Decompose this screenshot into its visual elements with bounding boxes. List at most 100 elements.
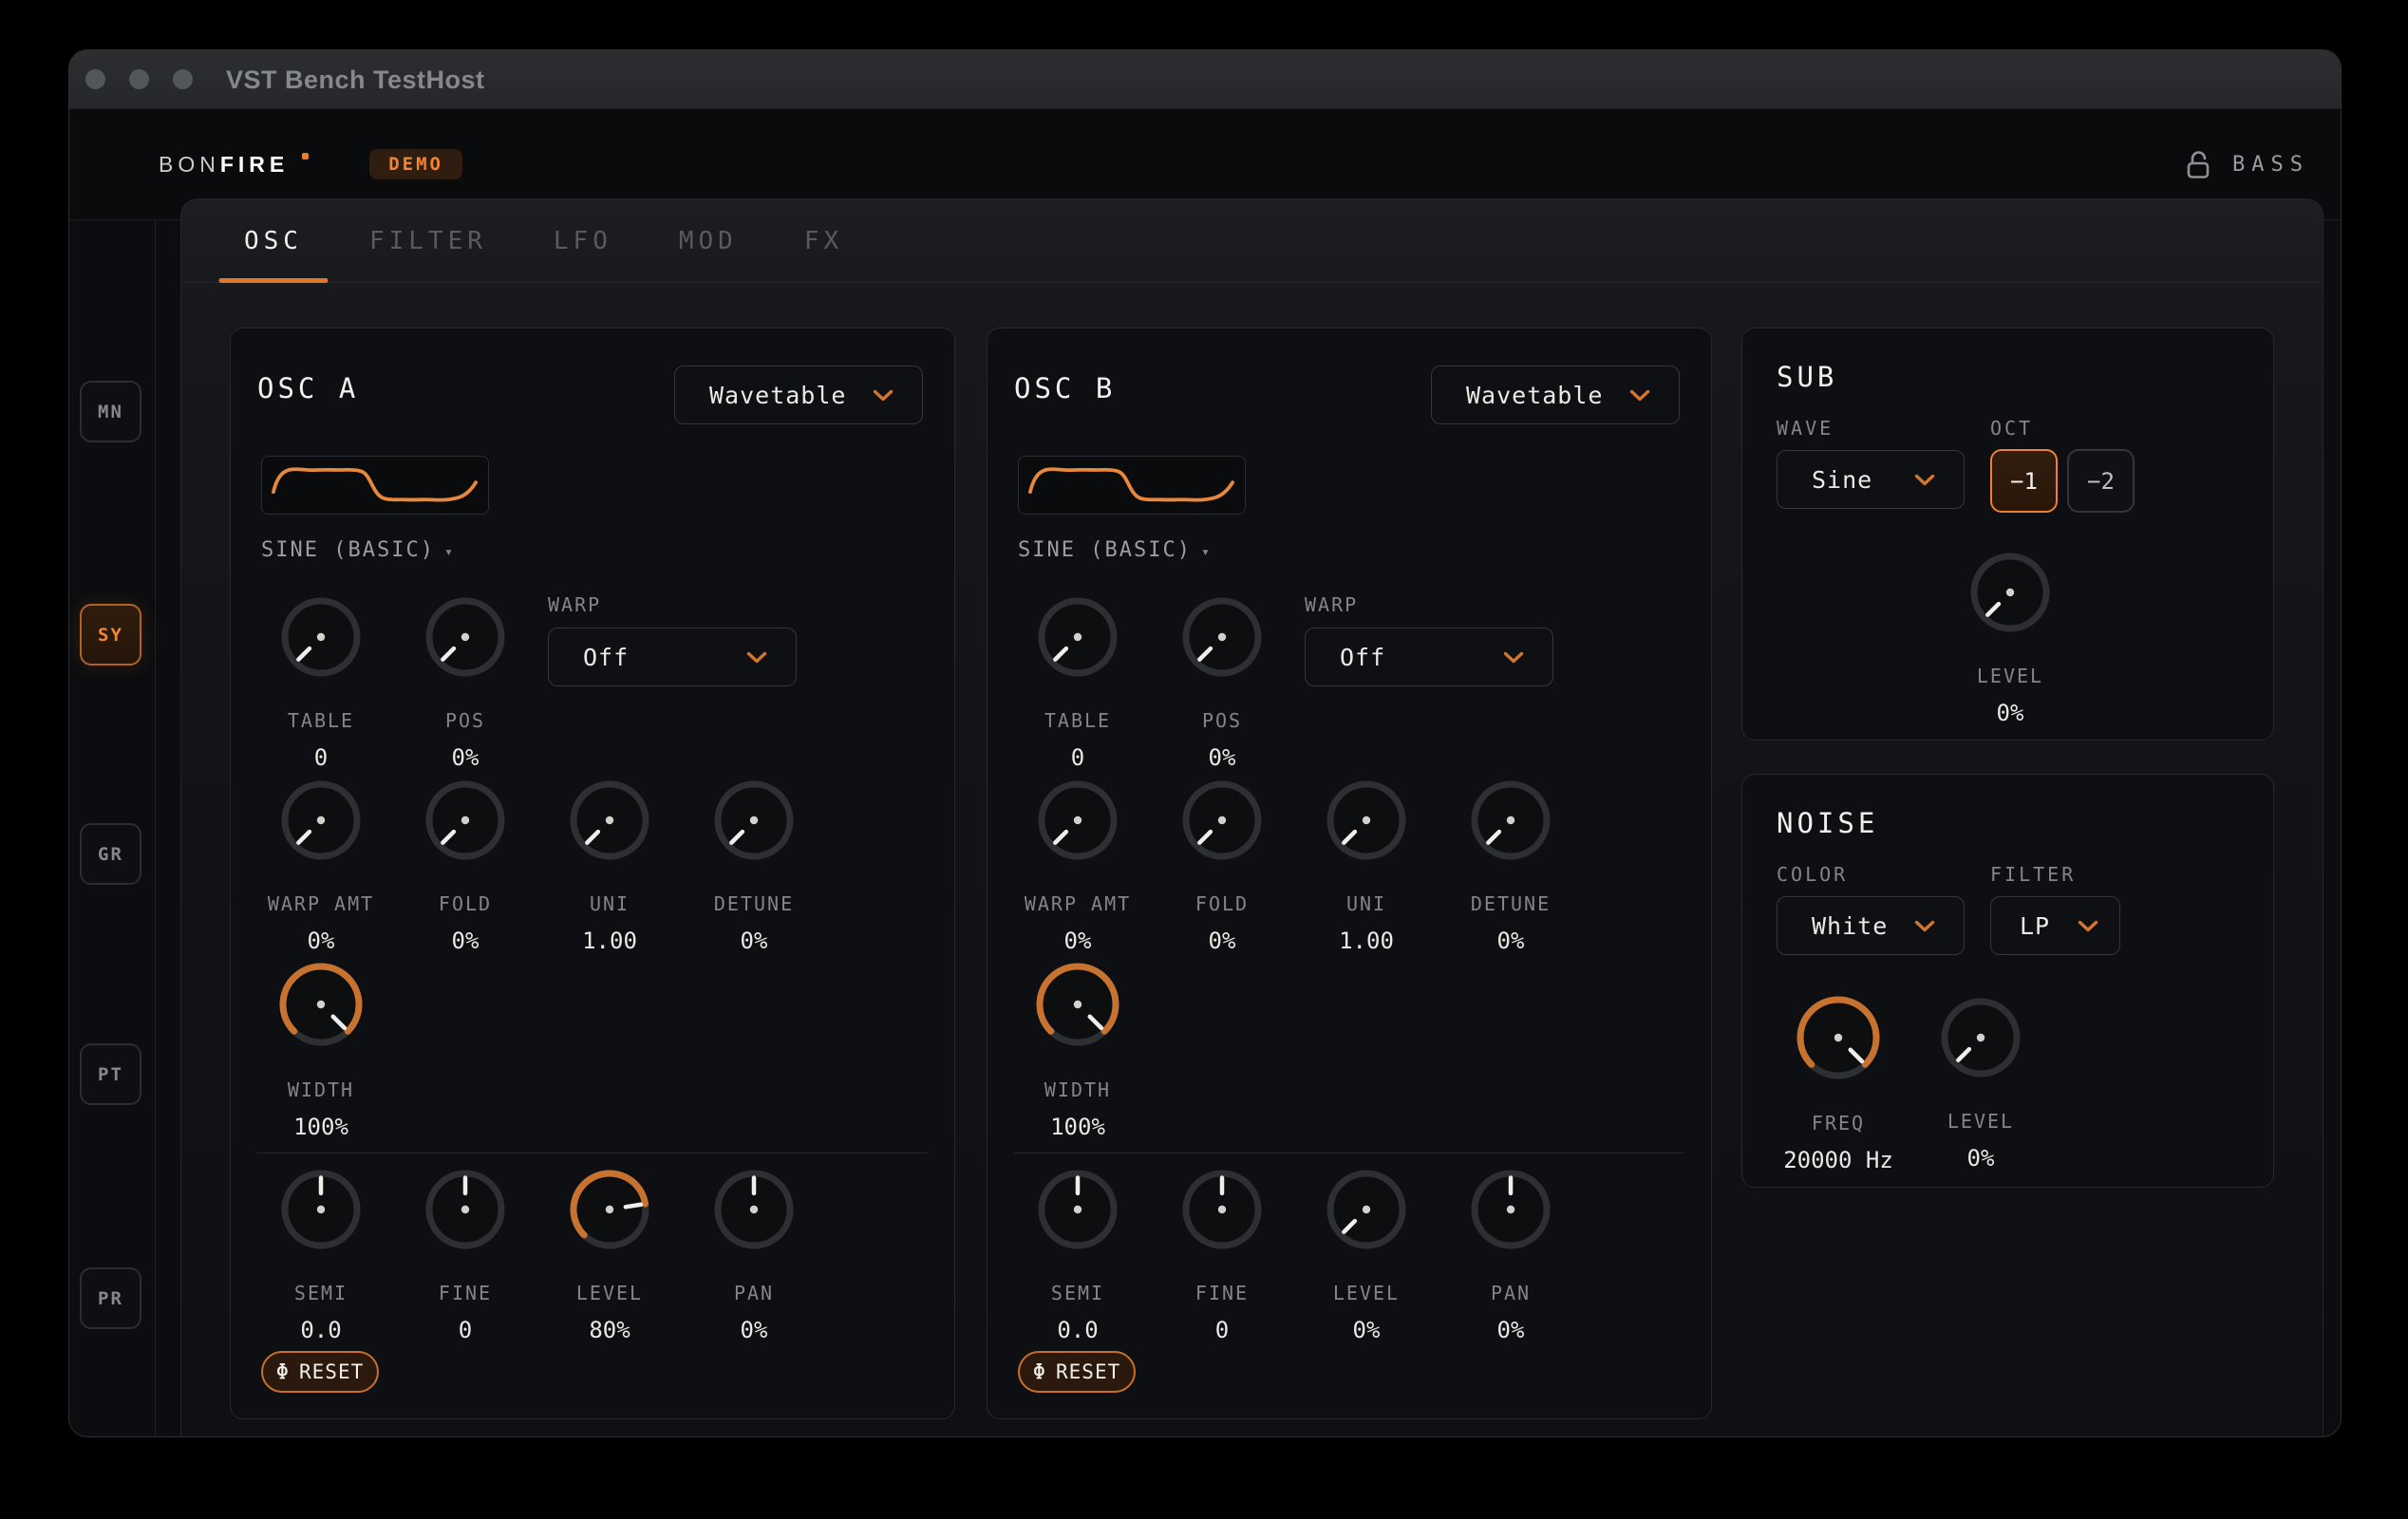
knob-value: 1.00 [582,928,637,954]
sub-oct-minus1-button[interactable]: −1 [1990,449,2058,513]
unlock-icon[interactable] [2187,150,2210,179]
close-window-button[interactable] [85,69,105,89]
knob-pan: PAN0% [682,1170,826,1343]
knob-value: 0 [459,1317,472,1343]
tab-lfo[interactable]: LFO [554,199,612,282]
knob-dial[interactable] [1797,996,1880,1079]
osc-a-waveform-display[interactable] [261,456,489,515]
chevron-down-icon [873,389,894,402]
osc-a-engine-value: Wavetable [709,382,846,409]
knob-dial[interactable] [1941,998,2021,1078]
preset-name[interactable]: BASS [2232,153,2309,177]
osc-b-warp-dropdown[interactable]: Off [1305,628,1553,686]
knob-label: PAN [1491,1282,1531,1304]
tab-filter[interactable]: FILTER [369,199,487,282]
knob-dial[interactable] [1326,780,1406,860]
caret-down-icon: ▾ [1201,543,1212,560]
knob-label: FINE [1195,1282,1249,1304]
sub-oct-label: OCT [1990,417,2033,440]
noise-color-value: White [1812,912,1888,940]
knob-table: TABLE0 [249,597,393,771]
osc-a-reset-button[interactable]: Φ RESET [261,1351,379,1393]
titlebar[interactable]: VST Bench TestHost [69,50,2341,109]
knob-dial[interactable] [570,1170,649,1249]
brand-logo-light: BON [159,152,220,178]
osc-a-wavetable-name: SINE (BASIC) [261,538,435,562]
knob-noise-freq: FREQ20000 Hz [1753,996,1924,1173]
main-panel: OSC FILTER LFO MOD FX OSC A Wavetable SI… [180,198,2323,1437]
knob-dial[interactable] [714,780,794,860]
tab-fx[interactable]: FX [804,199,843,282]
sidebar-item-pr[interactable]: PR [80,1267,141,1329]
sidebar: MN SY GR PT PR [69,220,156,1436]
zoom-window-button[interactable] [173,69,193,89]
knob-dial[interactable] [714,1170,794,1249]
knob-table: TABLE0 [1006,597,1150,771]
osc-a-engine-dropdown[interactable]: Wavetable [674,366,923,424]
sub-wave-label: WAVE [1777,417,1834,440]
knob-label: POS [1202,709,1242,732]
knob-dial[interactable] [1036,963,1119,1046]
knob-label: FOLD [1195,892,1249,915]
noise-filter-dropdown[interactable]: LP [1990,896,2120,955]
chevron-down-icon [1914,474,1935,486]
knob-dial[interactable] [1182,597,1262,677]
osc-b-warp-value: Off [1340,644,1385,671]
sidebar-item-mn[interactable]: MN [80,381,141,442]
tab-mod[interactable]: MOD [679,199,738,282]
sub-oct-minus2-button[interactable]: −2 [2067,449,2135,513]
sidebar-item-gr[interactable]: GR [80,823,141,885]
knob-label: TABLE [1044,709,1111,732]
osc-b-engine-dropdown[interactable]: Wavetable [1431,366,1680,424]
knob-dial[interactable] [281,597,361,677]
knob-value: 0% [308,928,335,954]
knob-dial[interactable] [281,780,361,860]
knob-label: TABLE [288,709,354,732]
osc-b-title: OSC B [1014,372,1116,404]
knob-dial[interactable] [1471,780,1551,860]
warp-label: WARP [548,593,601,616]
knob-dial[interactable] [1326,1170,1406,1249]
knob-label: UNI [1346,892,1386,915]
knob-label: SEMI [1051,1282,1104,1304]
knob-sub-level: LEVEL0% [1938,553,2082,726]
knob-dial[interactable] [570,780,649,860]
phase-icon: Φ [276,1360,290,1384]
knob-label: LEVEL [1947,1110,2014,1133]
osc-b-reset-button[interactable]: Φ RESET [1018,1351,1136,1393]
knob-dial[interactable] [1970,553,2050,632]
sub-wave-dropdown[interactable]: Sine [1777,450,1965,509]
knob-value: 0% [1209,928,1236,954]
osc-a-warp-dropdown[interactable]: Off [548,628,797,686]
knob-value: 0% [1997,700,2024,726]
minimize-window-button[interactable] [129,69,149,89]
traffic-lights [85,69,193,89]
knob-dial[interactable] [425,1170,505,1249]
knob-value: 0% [1497,1317,1525,1343]
knob-value: 0% [741,928,768,954]
knob-value: 0.0 [300,1317,341,1343]
knob-dial[interactable] [1038,597,1118,677]
knob-dial[interactable] [425,780,505,860]
knob-dial[interactable] [1471,1170,1551,1249]
sub-title: SUB [1777,361,1837,393]
noise-color-dropdown[interactable]: White [1777,896,1965,955]
knob-dial[interactable] [279,963,363,1046]
sidebar-item-pt[interactable]: PT [80,1043,141,1105]
osc-b-wavetable-selector[interactable]: SINE (BASIC)▾ [1018,538,1212,562]
knob-fine: FINE0 [1150,1170,1294,1343]
knob-value: 1.00 [1339,928,1394,954]
tab-osc[interactable]: OSC [244,199,303,282]
knob-dial[interactable] [1182,780,1262,860]
osc-b-waveform-display[interactable] [1018,456,1246,515]
sub-wave-value: Sine [1812,466,1872,494]
sidebar-item-sy[interactable]: SY [80,604,141,666]
knob-dial[interactable] [425,597,505,677]
knob-dial[interactable] [1038,1170,1118,1249]
knob-dial[interactable] [1182,1170,1262,1249]
osc-a-wavetable-selector[interactable]: SINE (BASIC)▾ [261,538,455,562]
knob-dial[interactable] [1038,780,1118,860]
osc-a-card: OSC A Wavetable SINE (BASIC)▾ TABLE0 POS… [230,328,955,1419]
knob-dial[interactable] [281,1170,361,1249]
waveform-icon [262,457,487,513]
